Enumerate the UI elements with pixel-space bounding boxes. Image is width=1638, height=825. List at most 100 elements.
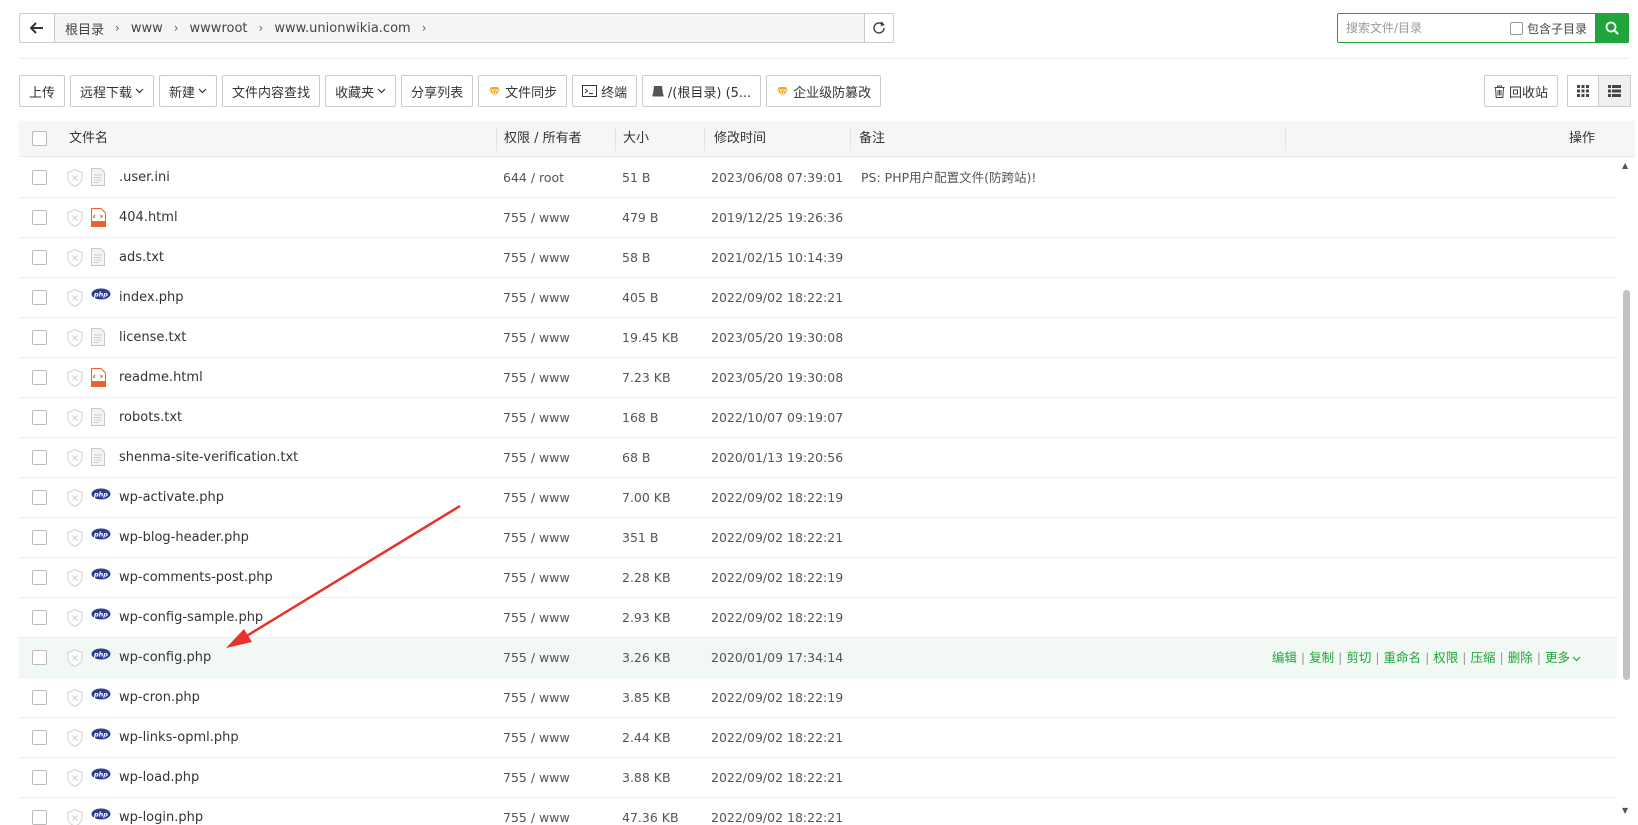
file-permission[interactable]: 755 / www [503, 398, 570, 438]
table-row[interactable]: php wp-blog-header.php 755 / www 351 B 2022/… [19, 518, 1617, 558]
file-name[interactable]: license.txt [119, 318, 186, 358]
table-row[interactable]: .user.ini 644 / root 51 B 2023/06/08 07:39:… [19, 158, 1617, 198]
upload-button[interactable]: 上传 [19, 75, 66, 107]
action-compress[interactable]: 压缩 [1471, 650, 1496, 665]
file-name[interactable]: ads.txt [119, 238, 164, 278]
include-subdir-checkbox[interactable] [1510, 21, 1523, 35]
file-permission[interactable]: 755 / www [503, 758, 570, 798]
scroll-down-icon[interactable]: ▼ [1622, 806, 1628, 815]
file-permission[interactable]: 755 / www [503, 278, 570, 318]
file-permission[interactable]: 644 / root [503, 158, 564, 198]
terminal-button[interactable]: 终端 [572, 75, 638, 107]
file-name[interactable]: wp-cron.php [119, 678, 200, 718]
shield-icon[interactable] [67, 529, 83, 550]
select-all-checkbox[interactable] [32, 131, 47, 146]
file-permission[interactable]: 755 / www [503, 318, 570, 358]
favorites-button[interactable]: 收藏夹 [325, 75, 397, 107]
table-row[interactable]: php wp-load.php 755 / www 3.88 KB 2022/09/02… [19, 758, 1617, 798]
file-name[interactable]: wp-blog-header.php [119, 518, 249, 558]
file-permission[interactable]: 755 / www [503, 558, 570, 598]
scrollbar[interactable]: ▲ ▼ [1620, 158, 1632, 825]
file-permission[interactable]: 755 / www [503, 518, 570, 558]
row-checkbox[interactable] [32, 610, 47, 625]
row-checkbox[interactable] [32, 570, 47, 585]
file-permission[interactable]: 755 / www [503, 478, 570, 518]
table-row[interactable]: shenma-site-verification.txt 755 / www 68 … [19, 438, 1617, 478]
row-checkbox[interactable] [32, 730, 47, 745]
file-sync-button[interactable]: 文件同步 [478, 75, 568, 107]
row-checkbox[interactable] [32, 490, 47, 505]
row-checkbox[interactable] [32, 770, 47, 785]
file-name[interactable]: 404.html [119, 198, 178, 238]
tamper-proof-button[interactable]: 企业级防篡改 [766, 75, 882, 107]
shield-icon[interactable] [67, 289, 83, 310]
row-checkbox[interactable] [32, 210, 47, 225]
row-checkbox[interactable] [32, 290, 47, 305]
file-name[interactable]: wp-links-opml.php [119, 718, 239, 758]
file-note[interactable]: PS: PHP用户配置文件(防跨站)! [861, 158, 1036, 198]
file-name[interactable]: readme.html [119, 358, 203, 398]
recycle-bin-button[interactable]: 回收站 [1484, 75, 1558, 107]
shield-icon[interactable] [67, 689, 83, 710]
table-row[interactable]: php wp-config.php 755 / www 3.26 KB 2020/01/… [19, 638, 1617, 678]
action-permission[interactable]: 权限 [1433, 650, 1458, 665]
table-row[interactable]: 404.html 755 / www 479 B 2019/12/25 19:26:3… [19, 198, 1617, 238]
breadcrumb-www[interactable]: www [131, 21, 163, 36]
back-button[interactable] [20, 14, 55, 42]
row-checkbox[interactable] [32, 250, 47, 265]
table-row[interactable]: readme.html 755 / www 7.23 KB 2023/05/20 19… [19, 358, 1617, 398]
table-row[interactable]: php index.php 755 / www 405 B 2022/09/02 18:… [19, 278, 1617, 318]
list-view-button[interactable] [1599, 75, 1631, 107]
scroll-up-icon[interactable]: ▲ [1622, 161, 1628, 170]
row-checkbox[interactable] [32, 690, 47, 705]
action-more[interactable]: 更多 [1545, 650, 1570, 665]
table-row[interactable]: php wp-config-sample.php 755 / www 2.93 KB 2… [19, 598, 1617, 638]
header-size[interactable]: 大小 [623, 121, 649, 157]
file-permission[interactable]: 755 / www [503, 198, 570, 238]
file-name[interactable]: wp-load.php [119, 758, 199, 798]
shield-icon[interactable] [67, 209, 83, 230]
file-name[interactable]: wp-login.php [119, 798, 203, 825]
file-name[interactable]: robots.txt [119, 398, 182, 438]
file-name[interactable]: wp-activate.php [119, 478, 224, 518]
remote-download-button[interactable]: 远程下载 [70, 75, 155, 107]
shield-icon[interactable] [67, 569, 83, 590]
shield-icon[interactable] [67, 169, 83, 190]
share-list-button[interactable]: 分享列表 [401, 75, 474, 107]
row-checkbox[interactable] [32, 530, 47, 545]
breadcrumb-wwwroot[interactable]: wwwroot [190, 21, 248, 36]
new-button[interactable]: 新建 [159, 75, 218, 107]
file-name[interactable]: wp-config-sample.php [119, 598, 263, 638]
shield-icon[interactable] [67, 729, 83, 750]
include-subdir-option[interactable]: 包含子目录 [1510, 20, 1587, 37]
shield-icon[interactable] [67, 609, 83, 630]
shield-icon[interactable] [67, 489, 83, 510]
row-checkbox[interactable] [32, 450, 47, 465]
file-permission[interactable]: 755 / www [503, 238, 570, 278]
scrollbar-thumb[interactable] [1623, 290, 1630, 680]
file-name[interactable]: wp-config.php [119, 638, 211, 678]
action-cut[interactable]: 剪切 [1346, 650, 1371, 665]
file-name[interactable]: wp-comments-post.php [119, 558, 273, 598]
file-permission[interactable]: 755 / www [503, 438, 570, 478]
shield-icon[interactable] [67, 249, 83, 270]
table-row[interactable]: php wp-activate.php 755 / www 7.00 KB 2022/0… [19, 478, 1617, 518]
shield-icon[interactable] [67, 369, 83, 390]
table-row[interactable]: ads.txt 755 / www 58 B 2021/02/15 10:14:39 [19, 238, 1617, 278]
content-search-button[interactable]: 文件内容查找 [222, 75, 321, 107]
file-permission[interactable]: 755 / www [503, 678, 570, 718]
file-name[interactable]: shenma-site-verification.txt [119, 438, 298, 478]
table-row[interactable]: php wp-cron.php 755 / www 3.85 KB 2022/09/02… [19, 678, 1617, 718]
refresh-button[interactable] [864, 14, 893, 42]
action-rename[interactable]: 重命名 [1384, 650, 1422, 665]
header-mtime[interactable]: 修改时间 [714, 121, 766, 157]
header-filename[interactable]: 文件名 [69, 121, 108, 157]
breadcrumb-root[interactable]: 根目录 [65, 19, 104, 38]
action-delete[interactable]: 删除 [1508, 650, 1533, 665]
file-permission[interactable]: 755 / www [503, 358, 570, 398]
action-edit[interactable]: 编辑 [1272, 650, 1297, 665]
row-checkbox[interactable] [32, 170, 47, 185]
breadcrumb-site[interactable]: www.unionwikia.com [274, 21, 410, 36]
table-row[interactable]: php wp-links-opml.php 755 / www 2.44 KB 2022… [19, 718, 1617, 758]
file-name[interactable]: index.php [119, 278, 183, 318]
